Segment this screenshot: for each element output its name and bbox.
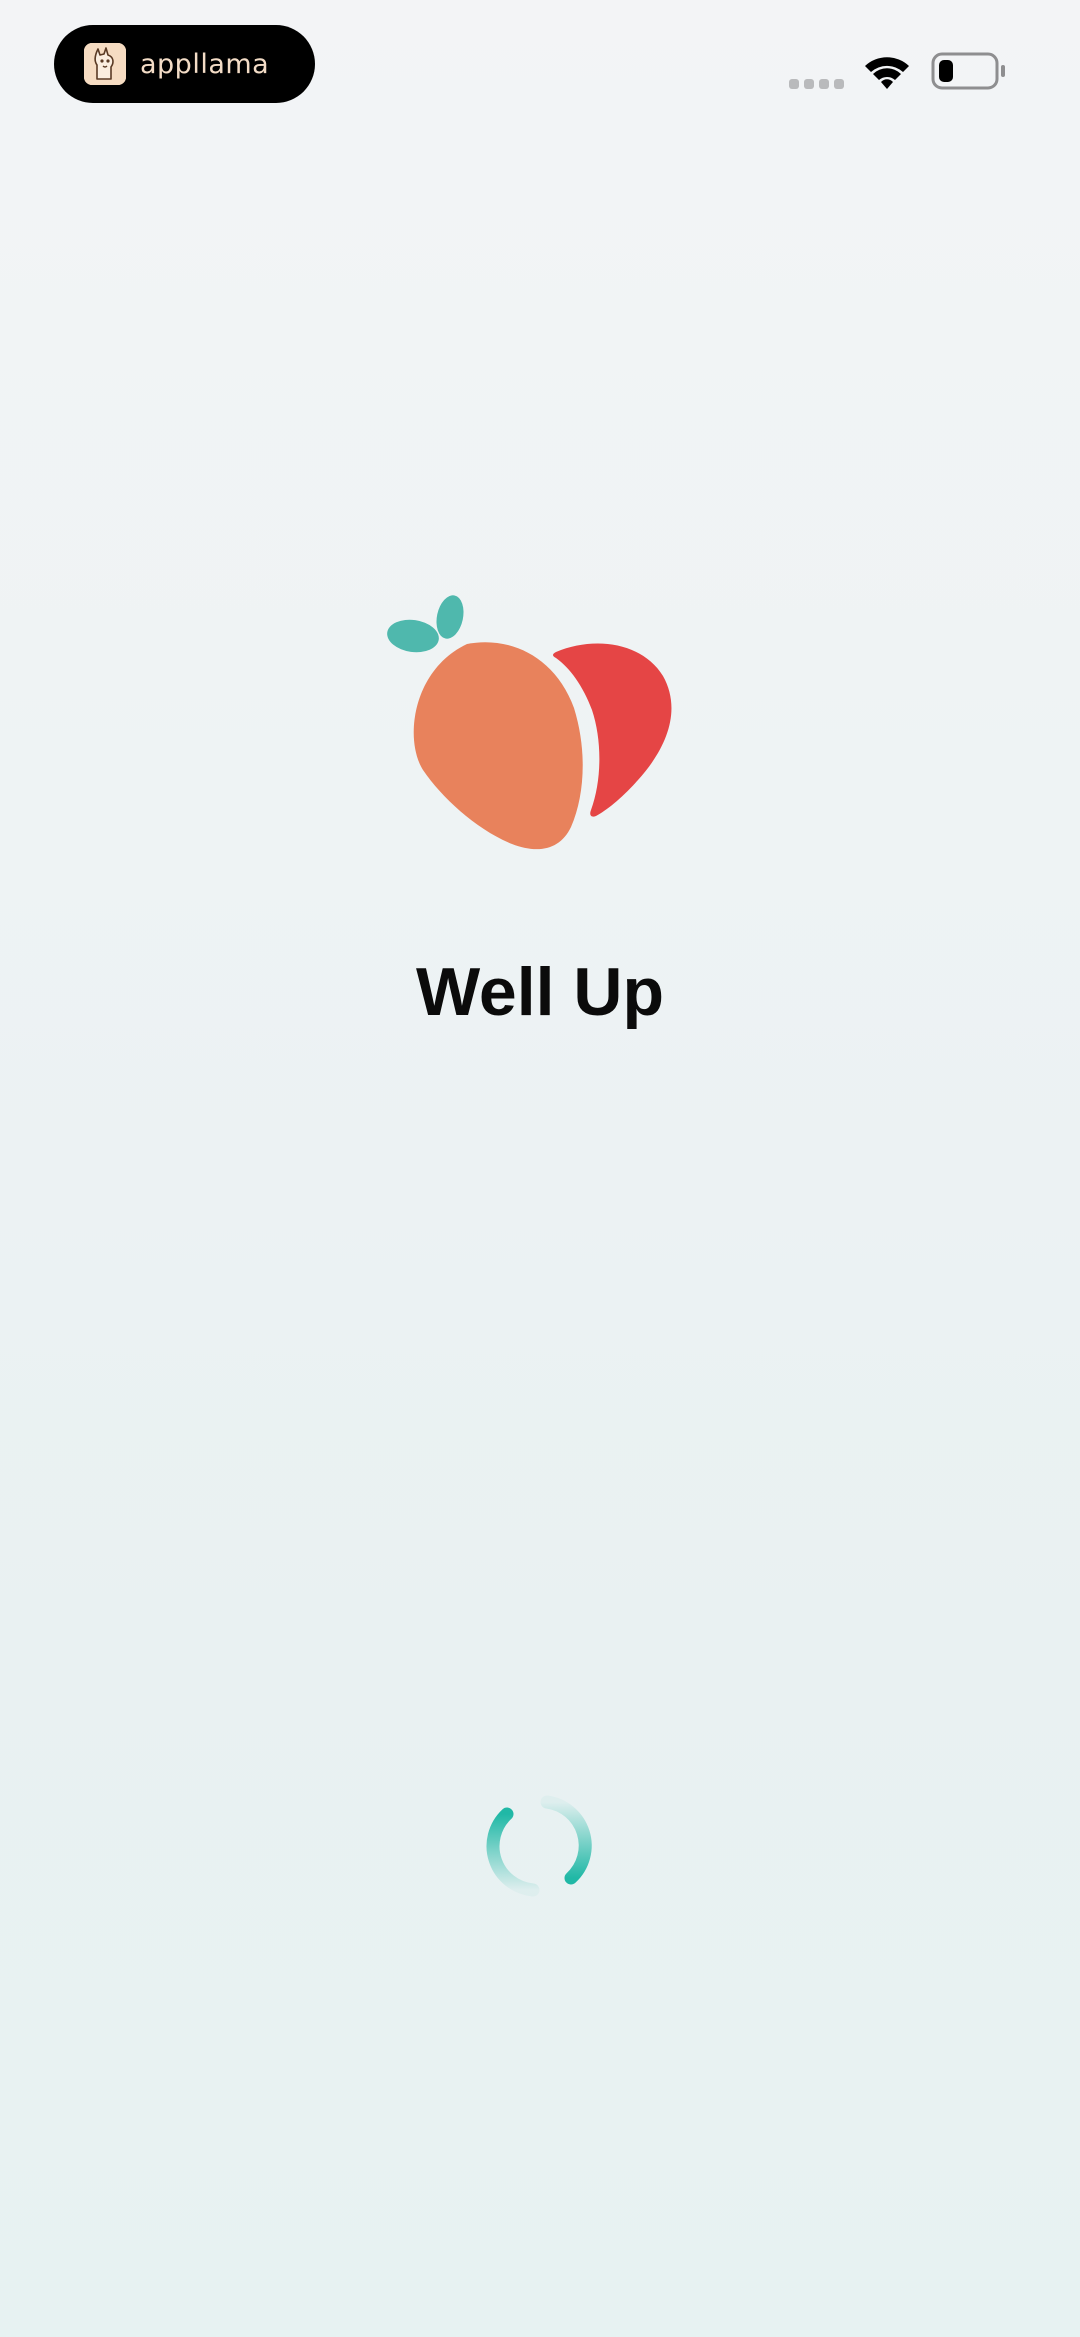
app-badge-name: appllama: [140, 48, 270, 80]
signal-bar: [804, 79, 814, 89]
llama-icon: [84, 43, 126, 85]
wifi-icon: [865, 57, 909, 89]
app-badge[interactable]: appllama: [54, 25, 315, 103]
signal-bar: [819, 79, 829, 89]
signal-bar: [834, 79, 844, 89]
app-title: Well Up: [415, 954, 665, 1030]
status-bar: appllama: [0, 0, 1080, 140]
signal-bar: [789, 79, 799, 89]
peach-logo-icon: [387, 595, 672, 850]
loading-spinner: [486, 1795, 592, 1897]
cellular-signal-icon: [789, 79, 844, 89]
battery-icon: [931, 52, 1005, 90]
